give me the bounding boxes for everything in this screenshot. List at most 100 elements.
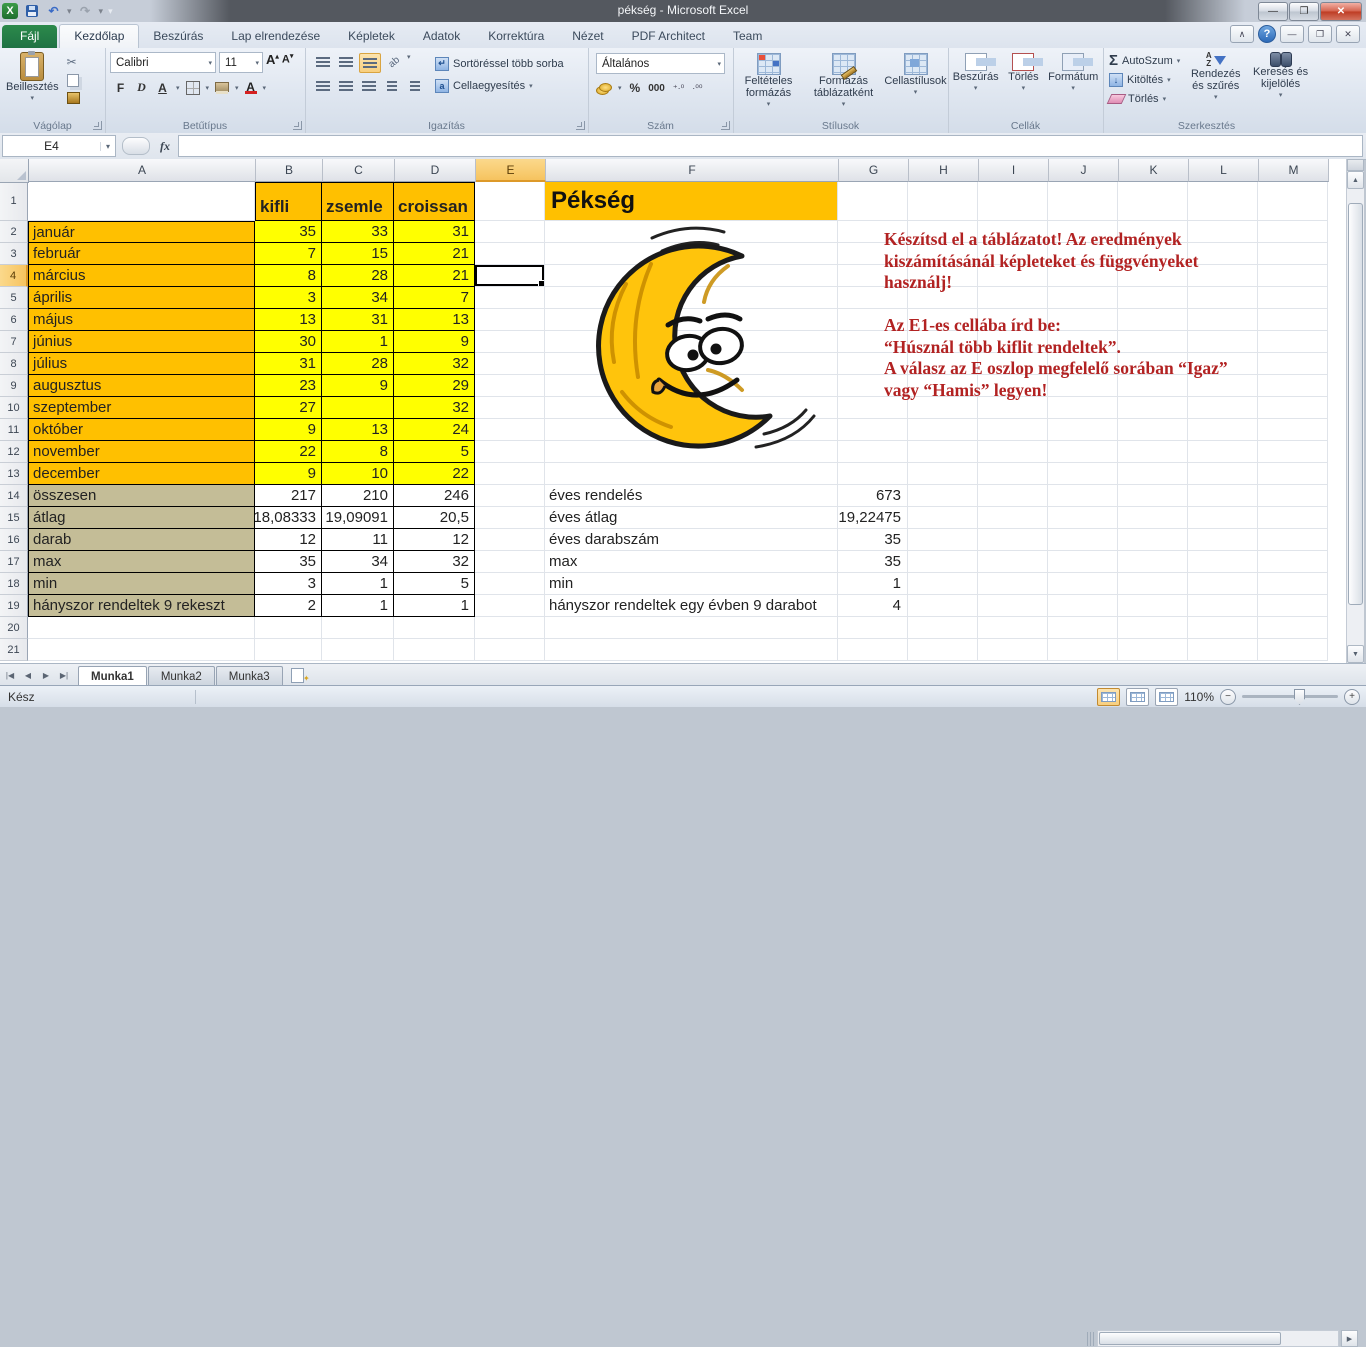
cell-E18[interactable] [475,573,545,595]
currency-icon[interactable] [596,83,610,94]
cell-M1[interactable] [1258,182,1328,221]
cell-C11[interactable]: 13 [322,419,394,441]
cell-K17[interactable] [1118,551,1188,573]
cell-C20[interactable] [322,617,394,639]
cell-F15[interactable]: éves átlag [545,507,838,529]
tab-kezdőlap[interactable]: Kezdőlap [59,24,139,48]
cell-L1[interactable] [1188,182,1258,221]
cell-C21[interactable] [322,639,394,661]
cell-F16[interactable]: éves darabszám [545,529,838,551]
row-header-17[interactable]: 17 [0,551,28,573]
autosum-button[interactable]: Σ AutoSzum▾ [1109,52,1180,69]
cell-C5[interactable]: 34 [322,287,394,309]
cell-D11[interactable]: 24 [394,419,475,441]
cell-E15[interactable] [475,507,545,529]
fx-icon[interactable]: fx [160,139,170,154]
cell-A12[interactable]: november [28,441,255,463]
cell-F20[interactable] [545,617,838,639]
cell-B21[interactable] [255,639,322,661]
row-header-14[interactable]: 14 [0,485,28,507]
row-header-16[interactable]: 16 [0,529,28,551]
cell-H1[interactable] [908,182,978,221]
cell-C18[interactable]: 1 [322,573,394,595]
normal-view-icon[interactable] [1097,688,1120,706]
cell-H12[interactable] [908,441,978,463]
cell-C19[interactable]: 1 [322,595,394,617]
cell-E8[interactable] [475,353,545,375]
cell-J11[interactable] [1048,419,1118,441]
tab-korrektúra[interactable]: Korrektúra [474,25,558,48]
cell-M20[interactable] [1258,617,1328,639]
align-middle-icon[interactable] [336,53,356,71]
tab-scroll-splitter[interactable] [1087,1332,1095,1346]
cell-I19[interactable] [978,595,1048,617]
cell-C12[interactable]: 8 [322,441,394,463]
cell-D6[interactable]: 13 [394,309,475,331]
number-dialog-launcher[interactable] [721,121,730,130]
cell-H11[interactable] [908,419,978,441]
cell-J14[interactable] [1048,485,1118,507]
last-sheet-icon[interactable]: ▶| [56,667,72,683]
cell-L16[interactable] [1188,529,1258,551]
name-box-dropdown-icon[interactable]: ▾ [100,142,115,151]
sheet-tab-munka3[interactable]: Munka3 [216,666,283,686]
bold-icon[interactable]: F [113,81,128,95]
cell-A20[interactable] [28,617,255,639]
cell-G18[interactable]: 1 [838,573,908,595]
cell-D2[interactable]: 31 [394,221,475,243]
insert-cells-button[interactable]: Beszúrás▾ [953,53,999,95]
cell-I1[interactable] [978,182,1048,221]
column-header-M[interactable]: M [1259,159,1329,182]
cell-A11[interactable]: október [28,419,255,441]
cell-G20[interactable] [838,617,908,639]
restore-button[interactable]: ❐ [1289,2,1319,21]
cell-J1[interactable] [1048,182,1118,221]
cell-G17[interactable]: 35 [838,551,908,573]
cell-A2[interactable]: január [28,221,255,243]
next-sheet-icon[interactable]: ▶ [38,667,54,683]
cell-C3[interactable]: 15 [322,243,394,265]
row-header-5[interactable]: 5 [0,287,28,309]
cell-E1[interactable] [475,182,545,221]
cell-C17[interactable]: 34 [322,551,394,573]
cell-A4[interactable]: március [28,265,255,287]
page-break-view-icon[interactable] [1155,688,1178,706]
fill-color-icon[interactable] [215,82,229,94]
cell-M16[interactable] [1258,529,1328,551]
cell-I15[interactable] [978,507,1048,529]
row-header-10[interactable]: 10 [0,397,28,419]
scroll-right-icon[interactable]: ▶ [1341,1330,1358,1347]
shrink-font-icon[interactable]: A▾ [282,52,293,73]
select-all-corner[interactable] [0,159,29,183]
cell-I21[interactable] [978,639,1048,661]
borders-icon[interactable] [186,81,200,95]
cell-I16[interactable] [978,529,1048,551]
sheet-tab-munka2[interactable]: Munka2 [148,666,215,686]
row-header-4[interactable]: 4 [0,265,28,287]
cell-J15[interactable] [1048,507,1118,529]
cell-C7[interactable]: 1 [322,331,394,353]
tab-beszúrás[interactable]: Beszúrás [139,25,217,48]
cell-E6[interactable] [475,309,545,331]
cell-B2[interactable]: 35 [255,221,322,243]
font-name-select[interactable]: Calibri▾ [110,52,216,73]
zoom-slider-thumb[interactable] [1294,689,1305,705]
close-button[interactable]: ✕ [1320,2,1362,21]
thousands-icon[interactable]: 000 [648,83,665,94]
cell-M21[interactable] [1258,639,1328,661]
vertical-scrollbar[interactable]: ▲ ▼ [1346,159,1364,663]
grow-font-icon[interactable]: A▴ [266,52,279,73]
cell-G14[interactable]: 673 [838,485,908,507]
cell-C10[interactable] [322,397,394,419]
cell-H21[interactable] [908,639,978,661]
merge-cells-button[interactable]: a Cellaegyesítés▾ [435,77,564,94]
cell-H13[interactable] [908,463,978,485]
cell-F18[interactable]: min [545,573,838,595]
row-header-15[interactable]: 15 [0,507,28,529]
cell-E19[interactable] [475,595,545,617]
row-header-7[interactable]: 7 [0,331,28,353]
cell-K14[interactable] [1118,485,1188,507]
cell-D13[interactable]: 22 [394,463,475,485]
cell-A15[interactable]: átlag [28,507,255,529]
alignment-dialog-launcher[interactable] [576,121,585,130]
